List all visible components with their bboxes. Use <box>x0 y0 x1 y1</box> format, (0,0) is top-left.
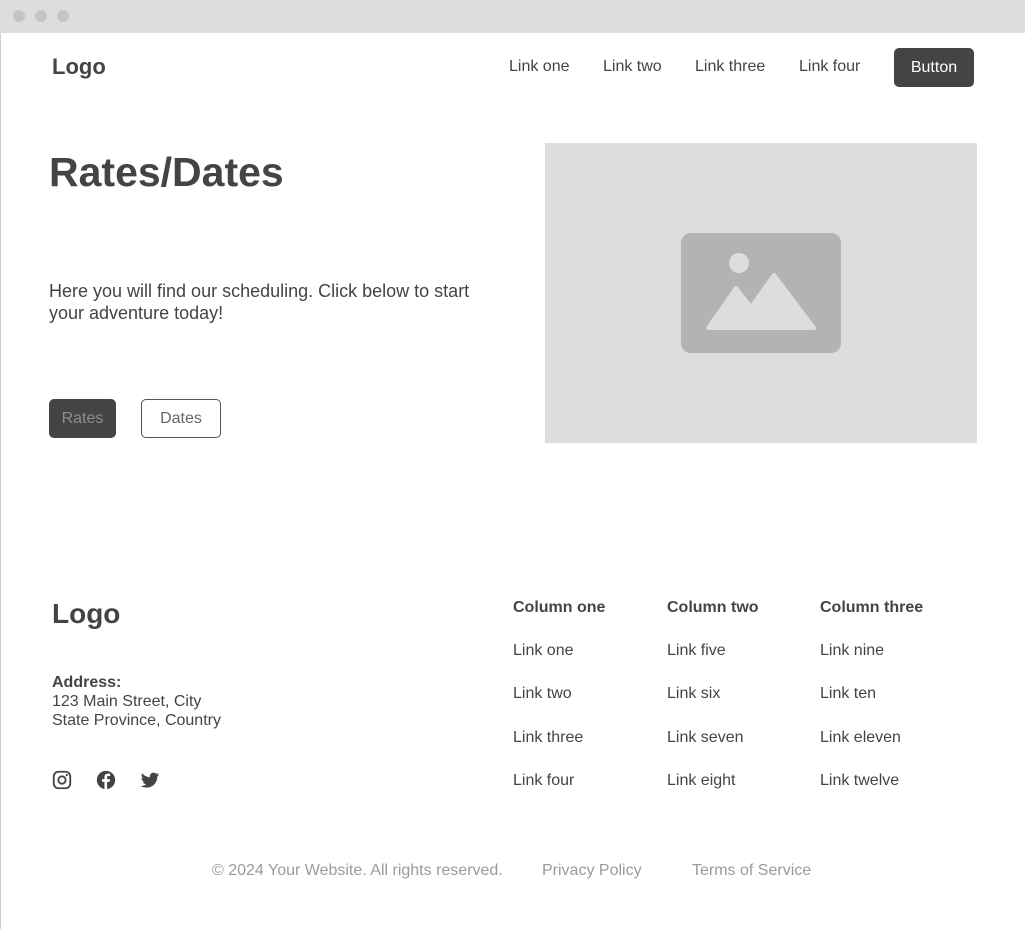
facebook-icon[interactable] <box>95 769 117 791</box>
page-border <box>0 33 1 929</box>
nav-link-one[interactable]: Link one <box>509 58 570 76</box>
nav-link-three[interactable]: Link three <box>695 58 765 76</box>
hero-description: Here you will find our scheduling. Click… <box>49 281 470 323</box>
twitter-icon[interactable] <box>139 769 161 791</box>
window-minimize-dot[interactable] <box>35 10 47 22</box>
footer-link[interactable]: Link twelve <box>820 772 899 790</box>
privacy-policy-link[interactable]: Privacy Policy <box>542 862 642 880</box>
address-line-2: State Province, Country <box>52 712 221 729</box>
nav-link-four[interactable]: Link four <box>799 58 860 76</box>
footer-link[interactable]: Link three <box>513 729 583 747</box>
footer-column-one-title: Column one <box>513 599 606 616</box>
footer-link[interactable]: Link one <box>513 642 574 660</box>
page-title: Rates/Dates <box>49 149 284 195</box>
header-logo[interactable]: Logo <box>52 54 106 80</box>
window-close-dot[interactable] <box>13 10 25 22</box>
footer-column-two-title: Column two <box>667 599 759 616</box>
instagram-icon[interactable] <box>51 769 73 791</box>
copyright-text: © 2024 Your Website. All rights reserved… <box>212 862 503 879</box>
window-maximize-dot[interactable] <box>57 10 69 22</box>
footer-link[interactable]: Link five <box>667 642 726 660</box>
footer-logo[interactable]: Logo <box>52 598 120 630</box>
header-cta-button[interactable]: Button <box>894 48 974 87</box>
footer-link[interactable]: Link six <box>667 685 720 703</box>
footer-link[interactable]: Link four <box>513 772 574 790</box>
footer-column-three-title: Column three <box>820 599 924 616</box>
browser-chrome <box>0 0 1025 33</box>
hero-image-placeholder <box>545 143 977 443</box>
footer-link[interactable]: Link nine <box>820 642 884 660</box>
footer-link[interactable]: Link ten <box>820 685 876 703</box>
footer-link[interactable]: Link two <box>513 685 572 703</box>
image-placeholder-icon <box>681 233 841 353</box>
footer-link[interactable]: Link eight <box>667 772 736 790</box>
rates-button[interactable]: Rates <box>49 399 116 438</box>
address-line-1: 123 Main Street, City <box>52 693 202 710</box>
terms-of-service-link[interactable]: Terms of Service <box>692 862 811 880</box>
footer-link[interactable]: Link seven <box>667 729 744 747</box>
footer-link[interactable]: Link eleven <box>820 729 901 747</box>
nav-link-two[interactable]: Link two <box>603 58 662 76</box>
address-label: Address: <box>52 674 122 691</box>
dates-button[interactable]: Dates <box>141 399 221 438</box>
footer-address: Address: 123 Main Street, City State Pro… <box>52 673 221 730</box>
